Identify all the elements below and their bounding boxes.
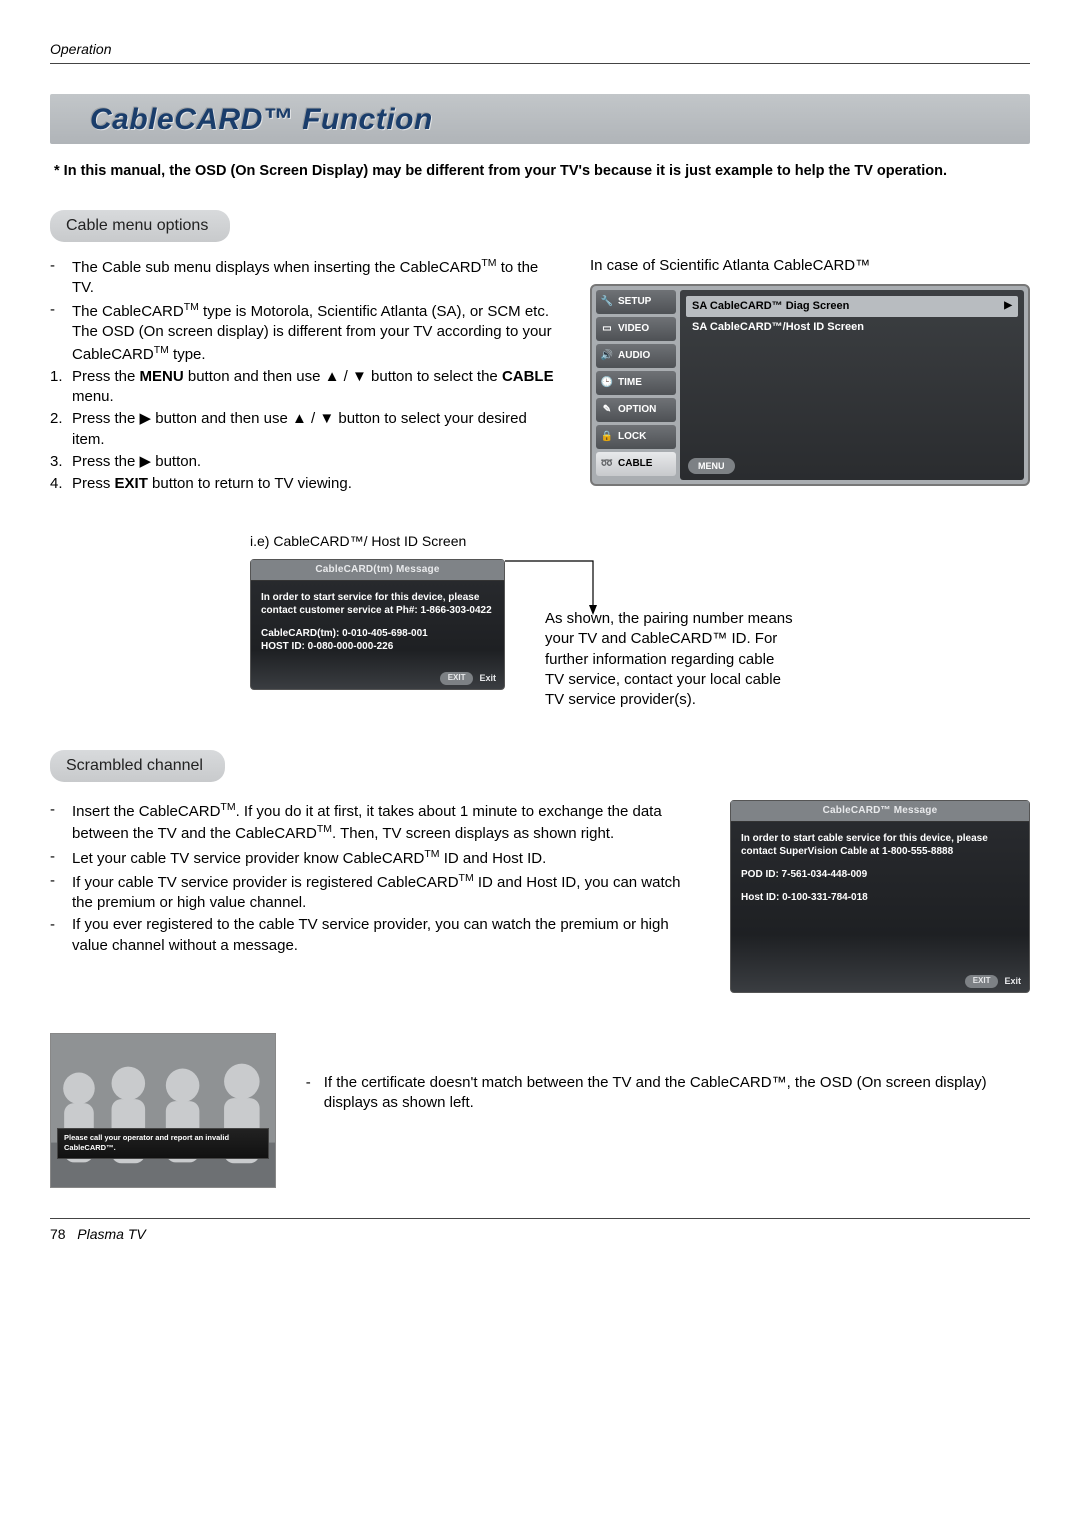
tab-option[interactable]: ✎OPTION bbox=[596, 398, 676, 422]
osd-hostid-msg: In order to start service for this devic… bbox=[261, 591, 494, 617]
osd-cablecard-id: CableCARD(tm): 0-010-405-698-001 bbox=[261, 627, 494, 640]
speaker-icon: 🔊 bbox=[600, 349, 614, 363]
product-name: Plasma TV bbox=[77, 1226, 145, 1242]
tv-menu-mock: 🔧SETUP ▭VIDEO 🔊AUDIO 🕒TIME ✎OPTION 🔒LOCK… bbox=[590, 284, 1030, 486]
cable-icon: ➿ bbox=[600, 457, 614, 471]
osd-scrambled: CableCARD™ Message In order to start cab… bbox=[730, 800, 1030, 993]
osd-hostid: CableCARD(tm) Message In order to start … bbox=[250, 559, 505, 690]
menu-item-hostid[interactable]: SA CableCARD™/Host ID Screen bbox=[686, 317, 1018, 338]
wrench-icon: 🔧 bbox=[600, 295, 614, 309]
menu-item-diag[interactable]: SA CableCARD™ Diag Screen ▶ bbox=[686, 296, 1018, 317]
cable-menu-instructions: -The Cable sub menu displays when insert… bbox=[50, 256, 560, 497]
exit-label: Exit bbox=[479, 672, 496, 684]
tab-video[interactable]: ▭VIDEO bbox=[596, 317, 676, 341]
running-head: Operation bbox=[50, 40, 1030, 59]
pairing-description: As shown, the pairing number means your … bbox=[545, 609, 795, 710]
osd-hostid-header: CableCARD(tm) Message bbox=[251, 560, 504, 581]
lock-icon: 🔒 bbox=[600, 430, 614, 444]
divider-bottom bbox=[50, 1218, 1030, 1219]
exit-button-2[interactable]: EXIT bbox=[965, 975, 999, 988]
people-illustration-icon bbox=[51, 1034, 275, 1187]
menu-button[interactable]: MENU bbox=[688, 458, 735, 474]
osd-pod-id: POD ID: 7-561-034-448-009 bbox=[741, 868, 1019, 881]
osd-scrambled-header: CableCARD™ Message bbox=[731, 801, 1029, 822]
invalid-cablecard-banner: Please call your operator and report an … bbox=[57, 1128, 269, 1158]
tv-screenshot-invalid: Please call your operator and report an … bbox=[50, 1033, 276, 1188]
section-heading-cable-menu: Cable menu options bbox=[50, 210, 230, 242]
page-footer: 78 Plasma TV bbox=[50, 1225, 1030, 1244]
tab-time[interactable]: 🕒TIME bbox=[596, 371, 676, 395]
osd-host-id: HOST ID: 0-080-000-000-226 bbox=[261, 640, 494, 653]
hostid-caption: i.e) CableCARD™/ Host ID Screen bbox=[250, 532, 1030, 551]
section-heading-scrambled: Scrambled channel bbox=[50, 750, 225, 782]
sa-caption: In case of Scientific Atlanta CableCARD™ bbox=[590, 256, 1030, 276]
clock-icon: 🕒 bbox=[600, 376, 614, 390]
divider-top bbox=[50, 63, 1030, 64]
disclaimer-note: * In this manual, the OSD (On Screen Dis… bbox=[50, 162, 1030, 182]
pencil-icon: ✎ bbox=[600, 403, 614, 417]
tab-lock[interactable]: 🔒LOCK bbox=[596, 425, 676, 449]
screen-icon: ▭ bbox=[600, 322, 614, 336]
exit-button[interactable]: EXIT bbox=[440, 672, 474, 685]
exit-label-2: Exit bbox=[1004, 975, 1021, 987]
osd-scrambled-msg: In order to start cable service for this… bbox=[741, 832, 1019, 858]
page-number: 78 bbox=[50, 1226, 66, 1242]
tab-setup[interactable]: 🔧SETUP bbox=[596, 290, 676, 314]
tab-cable[interactable]: ➿CABLE bbox=[596, 452, 676, 476]
page-title-bar: CableCARD™ Function bbox=[50, 94, 1030, 145]
play-icon: ▶ bbox=[1004, 299, 1012, 313]
page-title: CableCARD™ Function bbox=[90, 100, 1020, 141]
scrambled-instructions: -Insert the CableCARDTM. If you do it at… bbox=[50, 800, 700, 958]
tv-menu-content: SA CableCARD™ Diag Screen ▶ SA CableCARD… bbox=[680, 290, 1024, 480]
tv-menu-tabs: 🔧SETUP ▭VIDEO 🔊AUDIO 🕒TIME ✎OPTION 🔒LOCK… bbox=[596, 290, 676, 480]
invalid-cablecard-note: -If the certificate doesn't match betwee… bbox=[306, 1073, 1030, 1114]
osd-host-id-2: Host ID: 0-100-331-784-018 bbox=[741, 891, 1019, 904]
tab-audio[interactable]: 🔊AUDIO bbox=[596, 344, 676, 368]
